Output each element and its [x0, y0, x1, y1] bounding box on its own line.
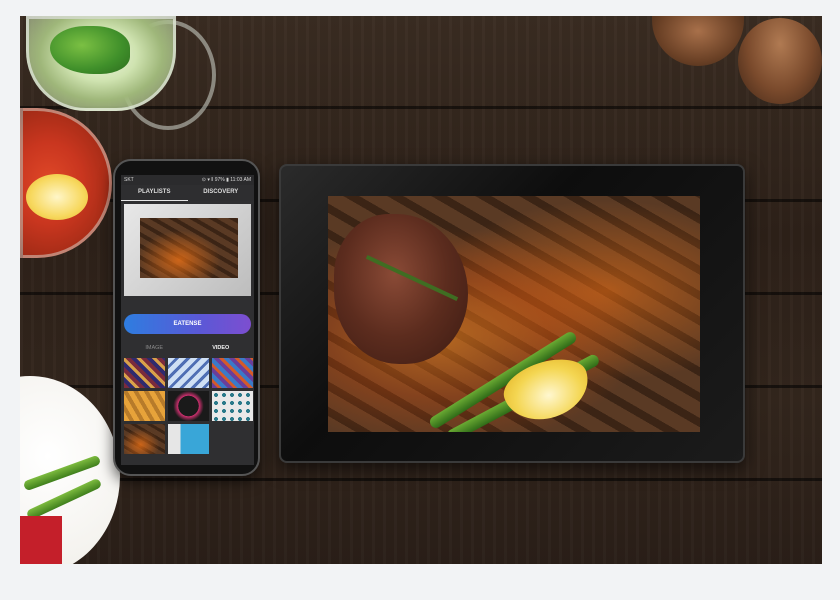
lemon-slice — [26, 174, 88, 220]
thumbnail[interactable] — [168, 424, 209, 454]
preview-image[interactable] — [124, 204, 251, 296]
thumbnail[interactable] — [212, 391, 253, 421]
tab-playlists[interactable]: PLAYLISTS — [121, 185, 188, 201]
smartphone: SKT ⊙ ▾ ‖ 97% ▮ 11:03 AM PLAYLISTS DISCO… — [113, 159, 260, 476]
status-bar: SKT ⊙ ▾ ‖ 97% ▮ 11:03 AM — [121, 175, 254, 185]
digital-frame — [279, 164, 745, 463]
frame-screen — [328, 196, 700, 432]
salt-shaker — [652, 16, 744, 66]
eatense-button[interactable]: EATENSE — [124, 314, 251, 334]
media-type-tabs: IMAGE VIDEO — [121, 342, 254, 354]
thumbnail[interactable] — [212, 358, 253, 388]
product-photo: SKT ⊙ ▾ ‖ 97% ▮ 11:03 AM PLAYLISTS DISCO… — [20, 16, 822, 564]
thumbnail[interactable] — [124, 391, 165, 421]
thumbnail[interactable] — [168, 358, 209, 388]
red-napkin — [20, 516, 62, 564]
page-background: SKT ⊙ ▾ ‖ 97% ▮ 11:03 AM PLAYLISTS DISCO… — [0, 0, 840, 600]
pepper-shaker — [738, 18, 822, 104]
status-icons: ⊙ ▾ ‖ 97% ▮ 11:03 AM — [201, 177, 251, 183]
preview-photo — [140, 218, 238, 278]
carrier-label: SKT — [124, 177, 134, 183]
thumbnail[interactable] — [124, 358, 165, 388]
tab-bar: PLAYLISTS DISCOVERY — [121, 185, 254, 201]
thumbnail-grid — [121, 358, 254, 454]
tab-video[interactable]: VIDEO — [188, 342, 255, 354]
steak-image — [334, 214, 468, 364]
phone-screen: SKT ⊙ ▾ ‖ 97% ▮ 11:03 AM PLAYLISTS DISCO… — [121, 175, 254, 465]
thumbnail[interactable] — [168, 391, 209, 421]
tab-discovery[interactable]: DISCOVERY — [188, 185, 255, 201]
tab-image[interactable]: IMAGE — [121, 342, 188, 354]
thumbnail[interactable] — [124, 424, 165, 454]
